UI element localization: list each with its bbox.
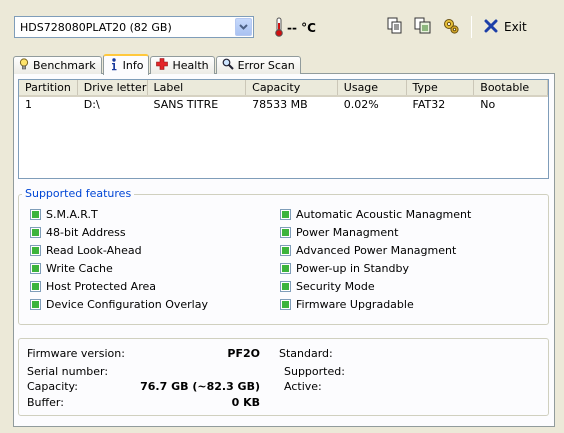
drive-select-value: HDS728080PLAT20 (82 GB) [20, 20, 172, 34]
copy-icon [386, 17, 404, 38]
feature-item: Read Look-Ahead [30, 242, 208, 258]
temperature-display: -- °C [274, 16, 316, 40]
serial-label: Serial number: [27, 365, 109, 378]
feature-check-icon [30, 208, 41, 220]
table-header: Partition Drive letter Label Capacity Us… [19, 80, 548, 97]
feature-label: Firmware Upgradable [296, 297, 414, 311]
toolbar: Exit [381, 12, 533, 42]
partition-table[interactable]: Partition Drive letter Label Capacity Us… [18, 79, 549, 179]
lightbulb-icon [19, 58, 29, 73]
feature-check-icon [280, 262, 291, 274]
table-cell: FAT32 [412, 98, 446, 111]
feature-label: Advanced Power Managment [296, 243, 457, 257]
feature-label: Automatic Acoustic Managment [296, 207, 472, 221]
feature-check-icon [30, 280, 41, 292]
tab-benchmark[interactable]: Benchmark [13, 56, 102, 74]
feature-label: 48-bit Address [46, 225, 126, 239]
feature-label: Device Configuration Overlay [46, 297, 208, 311]
supported-label: Supported: [284, 365, 345, 378]
features-right-column: Automatic Acoustic Managment Power Manag… [280, 206, 471, 312]
feature-item: 48-bit Address [30, 224, 208, 240]
supported-features-title: Supported features [22, 187, 135, 200]
tab-bar: Benchmark Info Health Error Scan [13, 54, 302, 75]
tab-health[interactable]: Health [150, 56, 215, 74]
thermometer-icon [274, 17, 284, 40]
buffer-value: 0 KB [231, 396, 260, 409]
copy-all-icon [414, 17, 432, 38]
feature-item: Advanced Power Managment [280, 242, 471, 258]
tab-label: Error Scan [237, 59, 295, 72]
active-label: Active: [284, 380, 322, 393]
column-header[interactable]: Bootable [474, 80, 548, 95]
exit-button[interactable]: Exit [478, 14, 533, 40]
feature-item: Automatic Acoustic Managment [280, 206, 471, 222]
health-cross-icon [156, 58, 169, 73]
column-header[interactable]: Label [148, 80, 247, 95]
table-cell: 78533 MB [252, 98, 308, 111]
column-header[interactable]: Capacity [246, 80, 338, 95]
feature-check-icon [280, 208, 291, 220]
toolbar-separator [471, 16, 472, 38]
table-row[interactable]: 1 D:\ SANS TITRE 78533 MB 0.02% FAT32 No [19, 97, 548, 113]
table-cell: SANS TITRE [153, 98, 219, 111]
copy-button[interactable] [381, 14, 409, 40]
features-left-column: S.M.A.R.T 48-bit Address Read Look-Ahead… [30, 206, 208, 312]
column-header[interactable]: Drive letter [78, 80, 148, 95]
tab-label: Info [122, 59, 144, 72]
table-cell: No [480, 98, 496, 111]
buffer-label: Buffer: [27, 396, 64, 409]
temperature-value: -- °C [287, 21, 316, 35]
tab-label: Health [172, 59, 209, 72]
feature-label: Power-up in Standby [296, 261, 409, 275]
firmware-value: PF2O [227, 347, 260, 360]
feature-label: Read Look-Ahead [46, 243, 142, 257]
feature-check-icon [280, 226, 291, 238]
capacity-label: Capacity: [27, 380, 78, 393]
tab-label: Benchmark [33, 59, 96, 72]
feature-item: Security Mode [280, 278, 471, 294]
tab-info[interactable]: Info [102, 54, 150, 75]
gears-icon [442, 17, 460, 38]
capacity-value: 76.7 GB (~82.3 GB) [140, 380, 260, 393]
info-icon [109, 57, 119, 74]
column-header[interactable]: Usage [338, 80, 407, 95]
feature-label: Power Managment [296, 225, 399, 239]
column-header[interactable]: Type [407, 80, 475, 95]
feature-item: Host Protected Area [30, 278, 208, 294]
exit-label: Exit [504, 20, 527, 34]
feature-check-icon [30, 244, 41, 256]
chevron-down-icon[interactable] [235, 18, 252, 36]
standard-label: Standard: [279, 347, 333, 360]
column-header[interactable]: Partition [19, 80, 78, 95]
magnifier-icon [222, 58, 234, 73]
feature-check-icon [280, 298, 291, 310]
feature-check-icon [30, 226, 41, 238]
feature-label: Security Mode [296, 279, 375, 293]
feature-item: Firmware Upgradable [280, 296, 471, 312]
tab-error-scan[interactable]: Error Scan [215, 56, 301, 74]
feature-check-icon [280, 280, 291, 292]
close-icon [484, 19, 498, 36]
drive-select[interactable]: HDS728080PLAT20 (82 GB) [14, 16, 254, 38]
table-cell: D:\ [83, 98, 100, 111]
feature-check-icon [30, 262, 41, 274]
feature-item: Power Managment [280, 224, 471, 240]
table-cell: 0.02% [343, 98, 379, 111]
firmware-label: Firmware version: [27, 347, 125, 360]
feature-item: S.M.A.R.T [30, 206, 208, 222]
feature-check-icon [280, 244, 291, 256]
copy-all-button[interactable] [409, 14, 437, 40]
options-button[interactable] [437, 14, 465, 40]
feature-label: Write Cache [46, 261, 113, 275]
table-cell: 1 [25, 98, 32, 111]
feature-item: Device Configuration Overlay [30, 296, 208, 312]
feature-check-icon [30, 298, 41, 310]
feature-item: Power-up in Standby [280, 260, 471, 276]
feature-label: Host Protected Area [46, 279, 156, 293]
feature-item: Write Cache [30, 260, 208, 276]
feature-label: S.M.A.R.T [46, 207, 98, 221]
